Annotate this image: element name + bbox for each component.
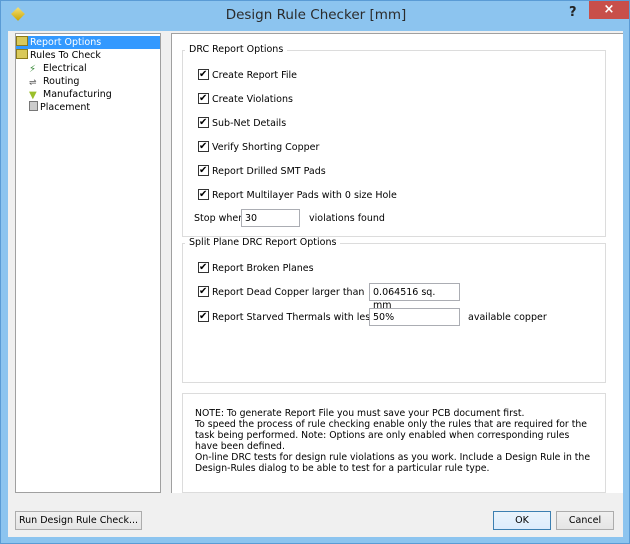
group-legend: Split Plane DRC Report Options [185,237,341,248]
checkbox-label: Sub-Net Details [212,118,287,129]
dialog-window: Design Rule Checker [mm] ? × Report Opti… [0,0,630,544]
sub-net-details-checkbox[interactable]: Sub-Net Details [198,116,287,130]
checkbox-checked[interactable] [198,68,209,81]
tree-item-manufacturing[interactable]: ▼ Manufacturing [29,88,112,101]
checkbox-label: Verify Shorting Copper [212,142,320,153]
folder-icon [16,36,28,46]
violations-found-label: violations found [309,213,385,224]
checkbox-label: Report Drilled SMT Pads [212,166,326,177]
rules-tree[interactable]: Report Options Rules To Check ⚡ Electrica… [15,33,161,493]
checkbox-checked[interactable] [198,92,209,105]
report-dead-copper-checkbox[interactable]: Report Dead Copper larger than [198,285,365,299]
tree-item-electrical[interactable]: ⚡ Electrical [29,62,87,75]
checkbox-label: Create Report File [212,70,297,81]
checkbox-checked[interactable] [198,164,209,177]
run-drc-button[interactable]: Run Design Rule Check... [15,511,142,530]
report-drilled-smt-pads-checkbox[interactable]: Report Drilled SMT Pads [198,164,326,178]
tree-item-rules-to-check[interactable]: Rules To Check [16,49,101,62]
placement-icon [29,101,38,111]
available-copper-label: available copper [468,312,547,323]
note-box: NOTE: To generate Report File you must s… [182,393,606,493]
electrical-icon: ⚡ [29,64,37,75]
checkbox-label: Create Violations [212,94,293,105]
checkbox-checked[interactable] [198,311,209,323]
tree-item-label: Manufacturing [43,89,112,100]
stop-when-input[interactable]: 30 [241,209,300,227]
checkbox-label: Report Dead Copper larger than [212,287,365,298]
group-legend: DRC Report Options [185,44,288,55]
tree-item-placement[interactable]: Placement [29,101,90,114]
title-bar: Design Rule Checker [mm] ? × [1,1,630,31]
note-line: On-line DRC tests for design rule violat… [195,452,591,474]
tree-item-label: Report Options [30,37,102,48]
options-panel: DRC Report Options Create Report File Cr… [171,33,623,493]
ok-button[interactable]: OK [493,511,551,530]
create-violations-checkbox[interactable]: Create Violations [198,92,293,106]
report-starved-thermals-checkbox[interactable]: Report Starved Thermals with less than [198,311,369,324]
checkbox-label: Report Starved Thermals with less than [212,312,369,323]
note-line: To speed the process of rule checking en… [195,419,587,452]
tree-item-label: Routing [43,76,80,87]
verify-shorting-copper-checkbox[interactable]: Verify Shorting Copper [198,140,320,154]
dead-copper-input[interactable]: 0.064516 sq. mm [369,283,460,311]
cancel-button[interactable]: Cancel [556,511,614,530]
checkbox-checked[interactable] [198,116,209,129]
report-multilayer-pads-checkbox[interactable]: Report Multilayer Pads with 0 size Hole [198,188,397,202]
help-button[interactable]: ? [569,5,577,20]
routing-icon: ⇌ [29,78,37,88]
checkbox-checked[interactable] [198,188,209,201]
starved-thermals-input[interactable]: 50% [369,308,460,326]
note-line: NOTE: To generate Report File you must s… [195,408,525,419]
create-report-file-checkbox[interactable]: Create Report File [198,68,297,82]
tree-item-label: Rules To Check [30,50,101,61]
report-broken-planes-checkbox[interactable]: Report Broken Planes [198,261,314,275]
tree-item-label: Placement [40,102,91,113]
checkbox-label: Report Broken Planes [212,263,314,274]
checkbox-checked[interactable] [198,285,209,298]
tree-item-report-options[interactable]: Report Options [16,36,160,49]
folder-icon [16,49,28,59]
dialog-client: Report Options Rules To Check ⚡ Electrica… [8,31,623,537]
tree-item-label: Electrical [43,63,87,74]
tree-item-routing[interactable]: ⇌ Routing [29,75,79,88]
checkbox-checked[interactable] [198,140,209,153]
close-button[interactable]: × [589,1,629,19]
stop-when-label: Stop when [194,213,245,224]
checkbox-label: Report Multilayer Pads with 0 size Hole [212,190,397,201]
window-title: Design Rule Checker [mm] [225,7,407,23]
manufacturing-icon: ▼ [29,90,37,101]
checkbox-checked[interactable] [198,261,209,274]
